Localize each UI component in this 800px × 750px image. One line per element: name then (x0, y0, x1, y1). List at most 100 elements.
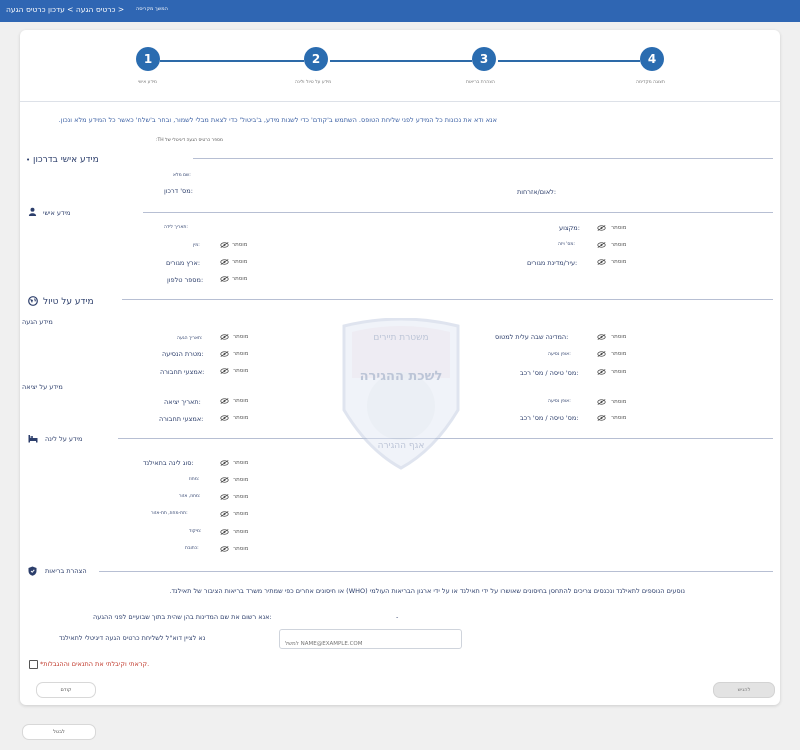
birth-date-label: תאריך לידה: (164, 225, 188, 230)
hidden-text: מוסתר (232, 276, 248, 282)
hidden-text: מוסתר (611, 225, 627, 231)
header-note: המשך מקריסה (136, 6, 168, 12)
hidden-text: מוסתר (611, 399, 627, 405)
hidden-text: מוסתר (611, 259, 627, 265)
accept-terms-label[interactable]: *קראתי וקיבלתי את התנאים וההגבלות. (40, 660, 149, 668)
transport-label: אמצעי תחבורה: (160, 368, 205, 376)
cancel-button[interactable]: לבטל (22, 724, 96, 740)
step-connector (498, 60, 640, 62)
travel-divider (122, 299, 773, 300)
city-residence-label: עיר/מדינת מגורים: (527, 259, 578, 267)
departure-mode-label: אופן נסיעה: (548, 399, 571, 404)
step-4-circle[interactable]: 4 (640, 47, 664, 71)
previous-button[interactable]: קודם (36, 682, 96, 698)
occupation-label: מקצוע: (559, 224, 580, 232)
hidden-text: מוסתר (233, 529, 249, 535)
hidden-text: מוסתר (233, 460, 249, 466)
province-label: מחוז: (189, 477, 200, 482)
country-residence-label: ארץ מגורים: (166, 259, 201, 267)
health-paragraph: נוסעים הנוספים לתאילנד ונכנסים צריכים לה… (169, 587, 685, 595)
step-3-label: הצהרת בריאות (466, 80, 495, 85)
eye-slash-icon[interactable] (220, 368, 229, 374)
top-bar: כרטיס הגעה > עדכון כרטיס הגעה > המשך מקר… (0, 0, 800, 22)
accept-terms-checkbox[interactable] (29, 660, 38, 669)
personal-section-title: מידע אישי (43, 209, 71, 217)
hidden-text: מוסתר (233, 511, 249, 517)
eye-slash-icon[interactable] (220, 511, 229, 517)
emblem-middle-text: לשכת ההגירה (360, 369, 443, 384)
eye-slash-icon[interactable] (597, 415, 606, 421)
passport-section-title: מידע אישי בדרכון • (26, 155, 99, 165)
hidden-text: מוסתר (232, 242, 248, 248)
email-input-wrapper (279, 629, 462, 652)
submit-button[interactable]: להגיש (713, 682, 775, 698)
step-2-circle[interactable]: 2 (304, 47, 328, 71)
health-divider (99, 571, 773, 572)
eye-slash-icon[interactable] (597, 351, 606, 357)
eye-slash-icon[interactable] (220, 276, 229, 282)
step-4-label: תצוגה מקדימה (636, 80, 665, 85)
eye-slash-icon[interactable] (597, 225, 606, 231)
eye-slash-icon[interactable] (597, 242, 606, 248)
flight-no-label: מס' טיסה / מס' רכב: (520, 369, 579, 377)
eye-slash-icon[interactable] (220, 477, 229, 483)
phone-label: מספר טלפון: (167, 276, 204, 284)
eye-slash-icon[interactable] (220, 494, 229, 500)
eye-slash-icon[interactable] (597, 369, 606, 375)
eye-slash-icon[interactable] (220, 351, 229, 357)
eye-slash-icon[interactable] (220, 242, 229, 248)
eye-slash-icon[interactable] (220, 259, 229, 265)
eye-slash-icon[interactable] (220, 334, 229, 340)
email-input[interactable] (280, 636, 460, 652)
mode-of-travel-label: אופן נסיעה: (548, 352, 571, 357)
arrival-subtitle: מידע הגעה (22, 318, 53, 326)
hidden-text: מוסתר (233, 368, 249, 374)
purpose-label: מטרת הנסיעה: (162, 350, 204, 358)
card-number-label: מספר כרטיס הגעה דיגיטלי של TH: (155, 138, 223, 143)
visa-no-label: מס' ויזה: (558, 242, 575, 247)
travel-section-title: מידע על טיול (43, 297, 94, 307)
departure-transport-label: אמצעי תחבורה: (159, 415, 204, 423)
step-1-circle[interactable]: 1 (136, 47, 160, 71)
departure-subtitle: מידע על יציאה (22, 383, 63, 391)
nationality-label: לאום/אזרחות: (517, 188, 557, 196)
emblem-top-text: משטרת תיירים (373, 333, 428, 343)
eye-slash-icon[interactable] (220, 415, 229, 421)
countries-label: אנא רשום את שם המדינות בהן שהית בתוך שבו… (93, 613, 272, 621)
hidden-text: מוסתר (233, 494, 249, 500)
boarding-country-label: המדינה שבה עלית למטוס: (495, 333, 569, 341)
stepper-divider (20, 101, 780, 102)
full-name-label: שם מלא: (173, 173, 191, 178)
step-3-circle[interactable]: 3 (472, 47, 496, 71)
breadcrumb[interactable]: כרטיס הגעה > עדכון כרטיס הגעה > (6, 5, 124, 14)
eye-slash-icon[interactable] (597, 399, 606, 405)
arrival-date-label: תאריך הגעה: (177, 336, 203, 341)
eye-slash-icon[interactable] (597, 334, 606, 340)
hidden-text: מוסתר (611, 242, 627, 248)
countries-value: - (396, 613, 399, 621)
step-connector (330, 60, 472, 62)
globe-icon (28, 296, 38, 306)
eye-slash-icon[interactable] (220, 398, 229, 404)
departure-date-label: תאריך יציאה: (164, 398, 201, 406)
hidden-text: מוסתר (611, 369, 627, 375)
hidden-text: מוסתר (611, 334, 627, 340)
eye-slash-icon[interactable] (220, 529, 229, 535)
accommodation-section-title: מידע על לינה (45, 435, 83, 443)
eye-slash-icon[interactable] (220, 460, 229, 466)
hidden-text: מוסתר (233, 415, 249, 421)
hidden-text: מוסתר (233, 398, 249, 404)
immigration-emblem: משטרת תיירים לשכת ההגירה אגף ההגירה (342, 318, 460, 470)
emblem-bottom-text: אגף ההגירה (378, 441, 425, 451)
hidden-text: מוסתר (233, 477, 249, 483)
passport-title-text: מידע אישי בדרכון (33, 155, 99, 165)
hidden-text: מוסתר (232, 259, 248, 265)
health-section-title: הצהרת בריאות (45, 567, 87, 575)
address-label: כתובת: (185, 546, 199, 551)
step-2-label: מידע על טיול ולינה (295, 80, 332, 85)
eye-slash-icon[interactable] (597, 259, 606, 265)
subdistrict-label: תת-מחוז, תת-אזור: (151, 511, 188, 516)
notice-text: אנא ודא את נכונות כל המידע לפני שליחת הט… (58, 116, 497, 124)
hidden-text: מוסתר (233, 351, 249, 357)
eye-slash-icon[interactable] (220, 546, 229, 552)
